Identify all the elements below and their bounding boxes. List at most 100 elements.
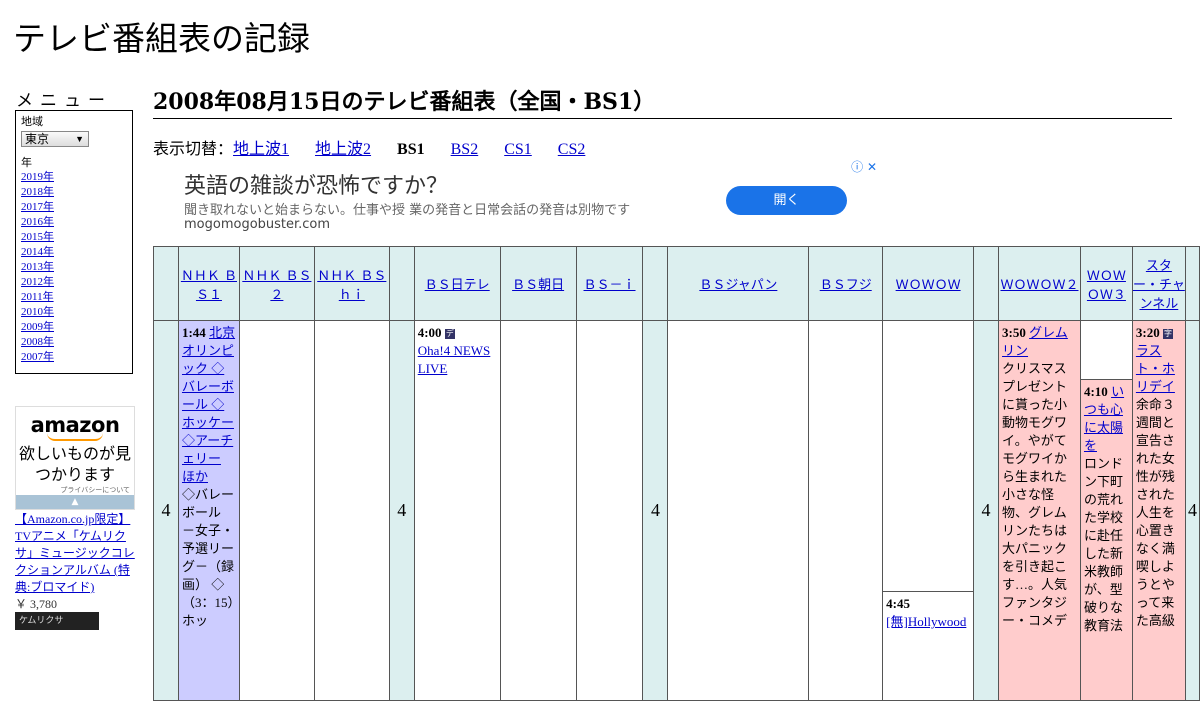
hour-header: [642, 246, 669, 321]
hour-header: [388, 246, 415, 321]
amazon-ad-message: 欲しいものが見つかります: [18, 444, 131, 484]
channel-link-nhk-bs2[interactable]: ＮＨＫ ＢＳ２: [242, 269, 311, 303]
banner-ad-open-button[interactable]: 開く: [726, 186, 847, 215]
program-cell-empty: [667, 320, 810, 701]
ad-close-icon[interactable]: ⓘ ✕: [851, 158, 877, 175]
program-cell-star-channel: 3:20 字 ラスト・ホリデイ 余命３週間と宣告された女性が残された人生を心置き…: [1131, 320, 1186, 701]
channel-link-bs-ntv[interactable]: ＢＳ日テレ: [425, 278, 490, 293]
year-link-2017[interactable]: 2017年: [21, 200, 127, 215]
program-cell-empty: [575, 320, 644, 701]
region-label: 地域: [21, 116, 43, 128]
promo-price: ￥ 3,780: [15, 597, 58, 611]
program-description: ロンドン下町の荒れた学校に赴任した新米教師が、型破りな教育法: [1083, 456, 1123, 633]
hour-cell: 4: [153, 320, 179, 701]
program-block: 4:10 いつも心に太陽を ロンドン下町の荒れた学校に赴任した新米教師が、型破り…: [1080, 379, 1132, 700]
chevron-down-icon: ▼: [75, 134, 84, 144]
year-link-2018[interactable]: 2018年: [21, 185, 127, 200]
hour-cell: 4: [1184, 320, 1200, 701]
region-select[interactable]: 東京 ▼: [21, 131, 89, 147]
program-title-link[interactable]: ラスト・ホリデイ: [1136, 343, 1175, 394]
program-cell-bs1: 1:44 北京オリンピック ◇バレーボール ◇ホッケー ◇アーチェリー ほか ◇…: [177, 320, 240, 701]
hour-cell: 4: [388, 320, 415, 701]
year-link-2015[interactable]: 2015年: [21, 230, 127, 245]
year-link-2008[interactable]: 2008年: [21, 335, 127, 350]
program-cell-empty: [313, 320, 390, 701]
year-link-2011[interactable]: 2011年: [21, 290, 127, 305]
menu-box: 地域 東京 ▼ 年 2019年 2018年 2017年 2016年 2015年 …: [15, 110, 133, 374]
channel-header: ＢＳ－ｉ: [575, 246, 644, 321]
program-time: 3:50: [1002, 325, 1026, 340]
data-broadcast-icon: デ: [444, 329, 455, 340]
program-time: 4:45: [886, 596, 911, 611]
channel-header: ＮＨＫ ＢＳ２: [238, 246, 315, 321]
amazon-logo: amazon: [30, 413, 120, 437]
channel-header: ＢＳジャパン: [667, 246, 810, 321]
channel-header: ＮＨＫ ＢＳｈｉ: [313, 246, 390, 321]
program-description: ◇バレーボール －女子・予選リーグ－（録画） ◇（3：15）ホッ: [181, 487, 234, 628]
channel-header: ＢＳフジ: [808, 246, 884, 321]
program-title-link[interactable]: 北京オリンピック ◇バレーボール ◇ホッケー ◇アーチェリー ほか: [182, 325, 235, 484]
year-list: 2019年 2018年 2017年 2016年 2015年 2014年 2013…: [21, 170, 127, 365]
page-title: 2008年08月15日のテレビ番組表（全国・BS1）: [153, 84, 1172, 119]
channel-header: スター・チャンネル: [1131, 246, 1186, 321]
program-time: 4:10: [1083, 384, 1108, 399]
channel-link-nhk-bshi[interactable]: ＮＨＫ ＢＳｈｉ: [317, 269, 386, 303]
channel-header: ＷＯＷＯＷ３: [1079, 246, 1133, 321]
year-link-2012[interactable]: 2012年: [21, 275, 127, 290]
program-cell-empty: [238, 320, 315, 701]
program-time: 3:20: [1135, 325, 1160, 340]
program-time: 4:00: [417, 325, 442, 340]
hour-header: [973, 246, 1000, 321]
channel-header: ＮＨＫ ＢＳ１: [177, 246, 240, 321]
channel-link-bs-i[interactable]: ＢＳ－ｉ: [584, 278, 636, 293]
menu-heading: メニュー: [16, 91, 112, 111]
hour-cell: 4: [973, 320, 1000, 701]
site-title: テレビ番組表の記録: [13, 19, 310, 58]
hour-header: [153, 246, 179, 321]
banner-ad[interactable]: 英語の雑談が恐怖ですか？ 聞き取れないと始まらない。仕事や授 業の発音と日常会話…: [153, 156, 881, 246]
program-cell-bs-ntv: 4:00 デ Oha!4 NEWS LIVE: [413, 320, 501, 701]
program-cell-wowow3: 4:10 いつも心に太陽を ロンドン下町の荒れた学校に赴任した新米教師が、型破り…: [1079, 320, 1133, 701]
program-cell-wowow: 4:45 [無]Hollywood: [882, 320, 975, 701]
year-link-2007[interactable]: 2007年: [21, 350, 127, 365]
banner-ad-headline: 英語の雑談が恐怖ですか？: [184, 174, 449, 199]
year-link-2014[interactable]: 2014年: [21, 245, 127, 260]
banner-ad-domain: mogomogobuster.com: [184, 217, 331, 232]
hour-cell: 4: [642, 320, 669, 701]
channel-header: ＷＯＷＯＷ２: [998, 246, 1081, 321]
channel-link-wowow3[interactable]: ＷＯＷＯＷ３: [1087, 269, 1126, 303]
channel-link-wowow[interactable]: ＷＯＷＯＷ: [896, 278, 961, 293]
channel-link-nhk-bs1[interactable]: ＮＨＫ ＢＳ１: [181, 269, 237, 303]
program-title-link[interactable]: Oha!4 NEWS LIVE: [418, 343, 491, 376]
program-title-link[interactable]: [無]Hollywood: [886, 614, 966, 629]
channel-link-bs-fuji[interactable]: ＢＳフジ: [820, 278, 872, 293]
channel-header: ＷＯＷＯＷ: [882, 246, 975, 321]
promo-link[interactable]: 【Amazon.co.jp限定】TVアニメ「ケムリクサ」ミュージックコレクション…: [15, 512, 135, 594]
banner-ad-sub: 聞き取れないと始まらない。仕事や授 業の発音と日常会話の発音は別物です: [184, 203, 631, 218]
year-link-2019[interactable]: 2019年: [21, 170, 127, 185]
program-description: 余命３週間と宣告された女性が残された人生を心置きなく満喫しようとやって来た高級: [1135, 397, 1175, 628]
channel-link-bs-japan[interactable]: ＢＳジャパン: [699, 278, 777, 293]
caption-icon: 字: [1163, 329, 1173, 340]
amazon-privacy-link[interactable]: プライバシーについて: [16, 485, 134, 495]
channel-header: ＢＳ日テレ: [413, 246, 501, 321]
program-cell-empty: [499, 320, 577, 701]
program-block: 4:45 [無]Hollywood: [883, 591, 974, 634]
year-label: 年: [21, 157, 32, 169]
year-link-2010[interactable]: 2010年: [21, 305, 127, 320]
program-description: クリスマスプレゼントに貰った小動物モグワイ。やがてモグワイから生まれた小さな怪物…: [1002, 361, 1068, 628]
program-cell-empty: [808, 320, 884, 701]
year-link-2009[interactable]: 2009年: [21, 320, 127, 335]
channel-link-wowow2[interactable]: ＷＯＷＯＷ２: [1000, 278, 1078, 293]
amazon-ad[interactable]: amazon 欲しいものが見つかります プライバシーについて ▲: [15, 406, 135, 510]
year-link-2013[interactable]: 2013年: [21, 260, 127, 275]
year-link-2016[interactable]: 2016年: [21, 215, 127, 230]
hour-header: [1184, 246, 1200, 321]
tv-schedule-grid: ＮＨＫ ＢＳ１ ＮＨＫ ＢＳ２ ＮＨＫ ＢＳｈｉ ＢＳ日テレ ＢＳ朝日 ＢＳ－ｉ…: [153, 246, 1200, 701]
channel-link-bs-asahi[interactable]: ＢＳ朝日: [512, 278, 564, 293]
chevron-up-icon[interactable]: ▲: [16, 495, 134, 509]
program-cell-wowow2: 3:50 グレムリン クリスマスプレゼントに貰った小動物モグワイ。やがてモグワイ…: [998, 320, 1081, 701]
region-value: 東京: [25, 132, 50, 146]
promo-image[interactable]: ケムリクサ: [15, 612, 99, 630]
channel-link-star-channel[interactable]: スター・チャンネル: [1133, 259, 1185, 312]
